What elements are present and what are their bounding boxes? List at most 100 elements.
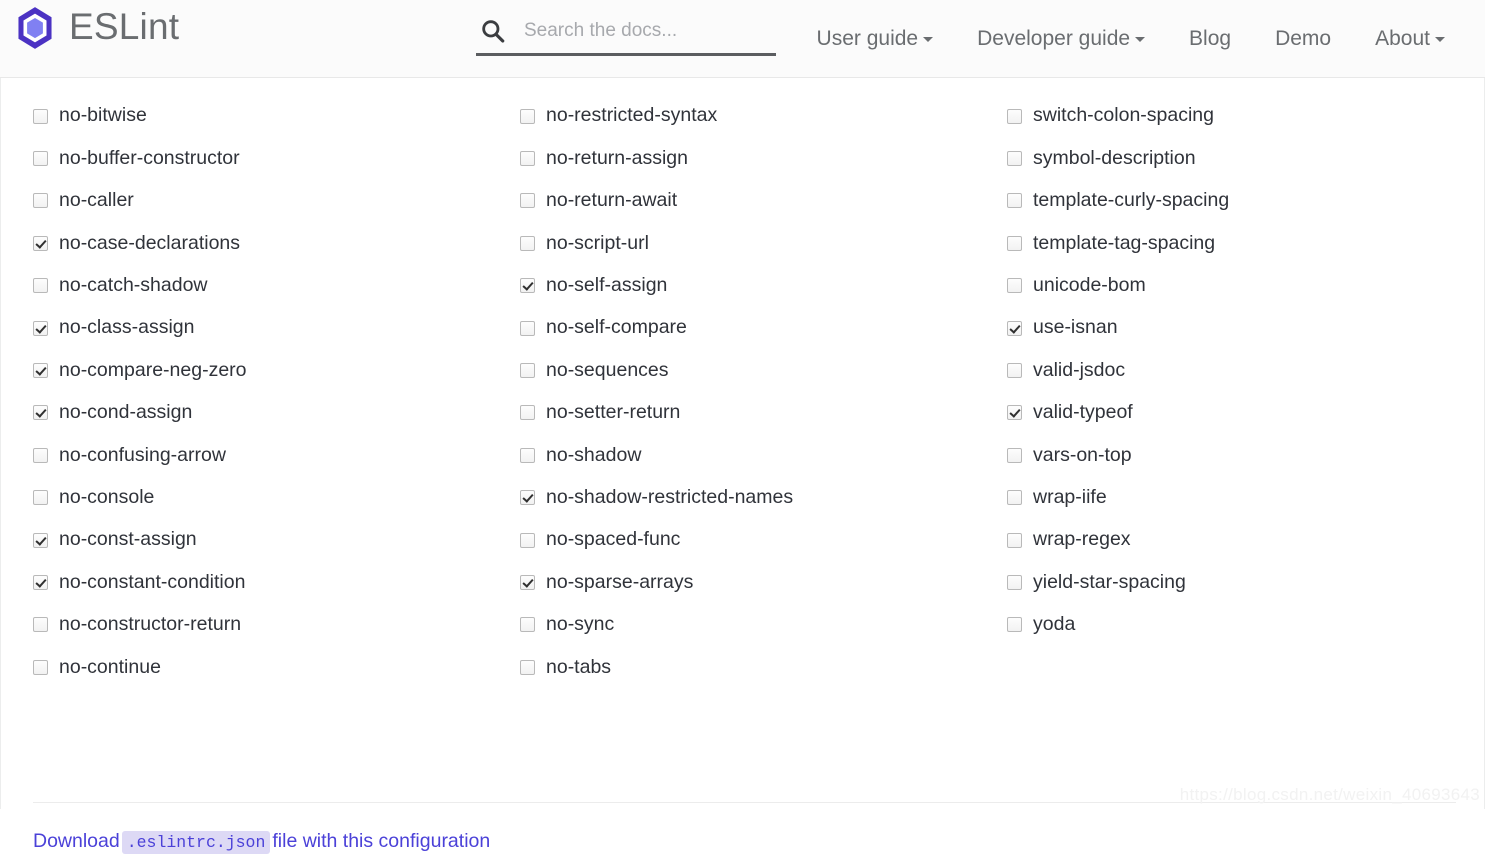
rule-row[interactable]: no-spaced-func	[520, 519, 1007, 561]
rule-label: no-return-assign	[546, 146, 688, 169]
nav-item-blog[interactable]: Blog	[1167, 27, 1253, 51]
rule-row[interactable]: no-case-declarations	[33, 222, 520, 264]
rule-label: no-sync	[546, 613, 615, 636]
rule-row[interactable]: no-buffer-constructor	[33, 137, 520, 179]
rule-row[interactable]: symbol-description	[1007, 137, 1457, 179]
nav-item-user-guide[interactable]: User guide	[795, 27, 956, 51]
rule-checkbox-no-case-declarations[interactable]	[33, 235, 48, 251]
search-icon	[482, 19, 505, 43]
rule-row[interactable]: no-constant-condition	[33, 561, 520, 603]
rule-checkbox-no-self-assign[interactable]	[520, 278, 535, 294]
rule-checkbox-no-bitwise[interactable]	[33, 108, 48, 124]
rule-checkbox-unicode-bom[interactable]	[1007, 278, 1022, 294]
rule-row[interactable]: yoda	[1007, 604, 1457, 646]
rule-row[interactable]: no-class-assign	[33, 307, 520, 349]
rule-checkbox-no-confusing-arrow[interactable]	[33, 447, 48, 463]
rule-row[interactable]: no-setter-return	[520, 392, 1007, 434]
nav-item-developer-guide[interactable]: Developer guide	[955, 27, 1167, 51]
rule-row[interactable]: no-sync	[520, 604, 1007, 646]
rule-checkbox-no-return-assign[interactable]	[520, 151, 535, 167]
rule-row[interactable]: no-tabs	[520, 646, 1007, 688]
rule-row[interactable]: valid-jsdoc	[1007, 349, 1457, 391]
rule-row[interactable]: wrap-iife	[1007, 477, 1457, 519]
rule-checkbox-yield-star-spacing[interactable]	[1007, 574, 1022, 590]
rule-row[interactable]: use-isnan	[1007, 307, 1457, 349]
rule-row[interactable]: yield-star-spacing	[1007, 561, 1457, 603]
nav-item-about[interactable]: About	[1353, 27, 1467, 51]
site-header: ESLint User guide Developer guide Blog	[0, 0, 1485, 78]
rule-checkbox-no-shadow[interactable]	[520, 447, 535, 463]
rule-checkbox-no-return-await[interactable]	[520, 193, 535, 209]
rule-checkbox-wrap-regex[interactable]	[1007, 532, 1022, 548]
rule-checkbox-template-curly-spacing[interactable]	[1007, 193, 1022, 209]
rule-checkbox-no-catch-shadow[interactable]	[33, 278, 48, 294]
rule-checkbox-no-tabs[interactable]	[520, 659, 535, 675]
rule-row[interactable]: no-self-assign	[520, 265, 1007, 307]
rule-row[interactable]: no-caller	[33, 180, 520, 222]
rule-checkbox-template-tag-spacing[interactable]	[1007, 235, 1022, 251]
rule-row[interactable]: no-shadow-restricted-names	[520, 477, 1007, 519]
rule-checkbox-no-setter-return[interactable]	[520, 405, 535, 421]
rule-row[interactable]: template-tag-spacing	[1007, 222, 1457, 264]
rule-label: no-restricted-syntax	[546, 104, 718, 127]
rule-row[interactable]: no-sparse-arrays	[520, 561, 1007, 603]
rule-checkbox-no-sparse-arrays[interactable]	[520, 574, 535, 590]
rule-row[interactable]: wrap-regex	[1007, 519, 1457, 561]
rule-row[interactable]: no-constructor-return	[33, 604, 520, 646]
rule-checkbox-no-spaced-func[interactable]	[520, 532, 535, 548]
rule-checkbox-no-restricted-syntax[interactable]	[520, 108, 535, 124]
rule-row[interactable]: valid-typeof	[1007, 392, 1457, 434]
rule-checkbox-yoda[interactable]	[1007, 617, 1022, 633]
rule-checkbox-valid-jsdoc[interactable]	[1007, 363, 1022, 379]
rule-checkbox-no-script-url[interactable]	[520, 235, 535, 251]
rule-checkbox-use-isnan[interactable]	[1007, 320, 1022, 336]
rule-checkbox-no-shadow-restricted-names[interactable]	[520, 490, 535, 506]
download-config-link[interactable]: Download	[33, 830, 120, 852]
rule-row[interactable]: vars-on-top	[1007, 434, 1457, 476]
rule-row[interactable]: no-shadow	[520, 434, 1007, 476]
rule-row[interactable]: no-bitwise	[33, 95, 520, 137]
nav-item-demo[interactable]: Demo	[1253, 27, 1353, 51]
rule-checkbox-no-constructor-return[interactable]	[33, 617, 48, 633]
rule-checkbox-no-buffer-constructor[interactable]	[33, 151, 48, 167]
rule-checkbox-no-cond-assign[interactable]	[33, 405, 48, 421]
rule-row[interactable]: no-continue	[33, 646, 520, 688]
download-config-line: Download .eslintrc.json file with this con…	[33, 830, 490, 854]
rule-row[interactable]: no-const-assign	[33, 519, 520, 561]
rule-row[interactable]: no-cond-assign	[33, 392, 520, 434]
rule-row[interactable]: template-curly-spacing	[1007, 180, 1457, 222]
rule-checkbox-vars-on-top[interactable]	[1007, 447, 1022, 463]
rule-row[interactable]: no-self-compare	[520, 307, 1007, 349]
rule-row[interactable]: no-catch-shadow	[33, 265, 520, 307]
rule-label: no-class-assign	[59, 316, 195, 339]
rule-checkbox-symbol-description[interactable]	[1007, 151, 1022, 167]
rule-label: no-buffer-constructor	[59, 146, 240, 169]
rule-checkbox-valid-typeof[interactable]	[1007, 405, 1022, 421]
rule-checkbox-no-compare-neg-zero[interactable]	[33, 363, 48, 379]
rule-row[interactable]: no-sequences	[520, 349, 1007, 391]
rule-checkbox-no-self-compare[interactable]	[520, 320, 535, 336]
rule-row[interactable]: no-confusing-arrow	[33, 434, 520, 476]
rule-row[interactable]: no-console	[33, 477, 520, 519]
rule-checkbox-no-console[interactable]	[33, 490, 48, 506]
rule-row[interactable]: no-script-url	[520, 222, 1007, 264]
rule-checkbox-no-sync[interactable]	[520, 617, 535, 633]
rule-row[interactable]: no-return-await	[520, 180, 1007, 222]
rule-checkbox-no-continue[interactable]	[33, 659, 48, 675]
rule-checkbox-no-class-assign[interactable]	[33, 320, 48, 336]
rule-checkbox-no-const-assign[interactable]	[33, 532, 48, 548]
rule-row[interactable]: no-compare-neg-zero	[33, 349, 520, 391]
rule-label: no-catch-shadow	[59, 274, 208, 296]
rule-row[interactable]: no-return-assign	[520, 137, 1007, 179]
rule-checkbox-no-constant-condition[interactable]	[33, 574, 48, 590]
rule-checkbox-wrap-iife[interactable]	[1007, 490, 1022, 506]
rule-checkbox-no-caller[interactable]	[33, 193, 48, 209]
rule-row[interactable]: no-restricted-syntax	[520, 95, 1007, 137]
rule-checkbox-no-sequences[interactable]	[520, 363, 535, 379]
rule-row[interactable]: unicode-bom	[1007, 265, 1457, 307]
search-input[interactable]	[524, 19, 764, 42]
rule-checkbox-switch-colon-spacing[interactable]	[1007, 108, 1022, 124]
search-box[interactable]	[476, 8, 776, 56]
rule-row[interactable]: switch-colon-spacing	[1007, 95, 1457, 137]
brand-home-link[interactable]: ESLint	[12, 5, 179, 51]
